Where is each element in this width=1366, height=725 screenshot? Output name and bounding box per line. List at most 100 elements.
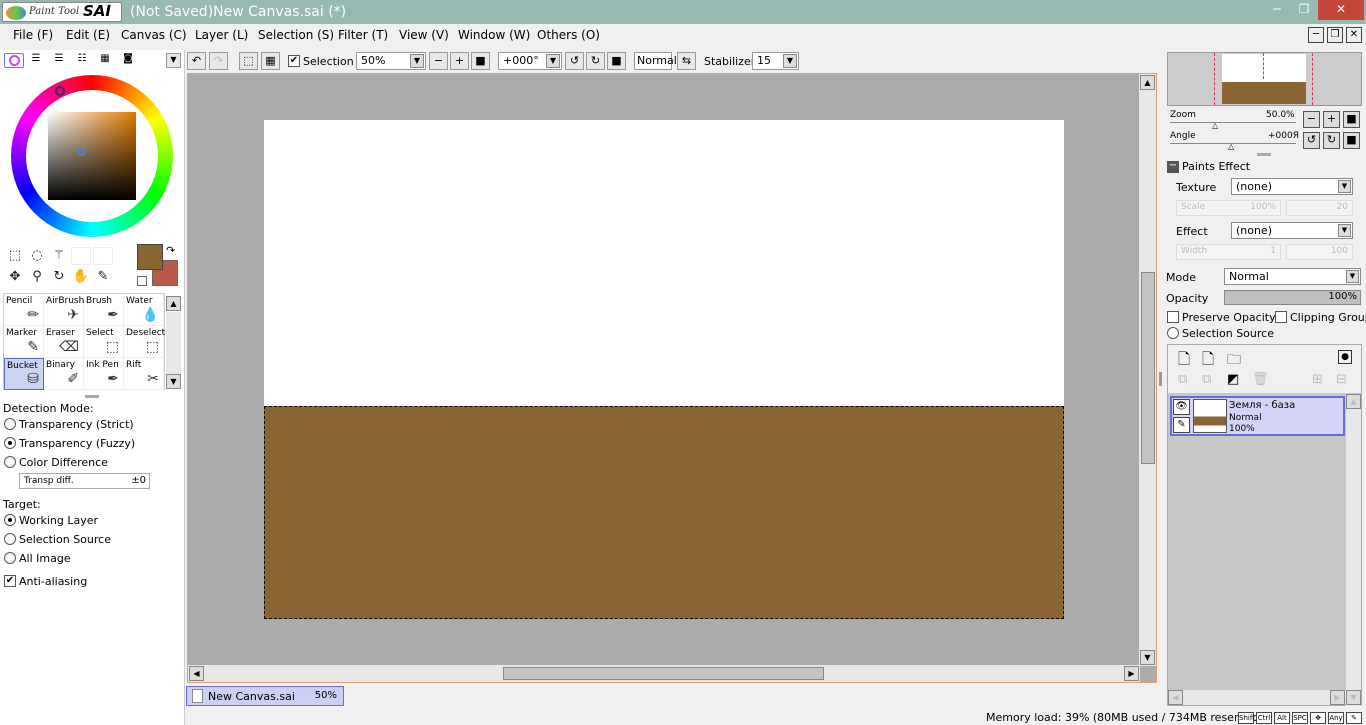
rgb-slider-tab[interactable]: ☰ bbox=[26, 53, 46, 68]
move-icon[interactable]: ✥ bbox=[5, 268, 25, 286]
tool-airbrush[interactable]: AirBrush ✈ bbox=[44, 294, 84, 326]
mdi-restore-button[interactable]: ❐ bbox=[1327, 27, 1343, 43]
layer-scroll-down-icon[interactable]: ▼ bbox=[1346, 690, 1361, 705]
tool-pencil[interactable]: Pencil ✏ bbox=[4, 294, 44, 326]
nav-rotate-right-icon[interactable]: ↻ bbox=[1323, 132, 1340, 149]
hsv-slider-tab[interactable]: ☰ bbox=[49, 53, 69, 68]
eye-icon[interactable]: 👁 bbox=[1173, 399, 1190, 415]
radio-working-layer[interactable] bbox=[4, 514, 16, 526]
ground-fill-selection[interactable] bbox=[264, 406, 1064, 619]
menu-layer[interactable]: Layer (L) bbox=[195, 28, 248, 42]
tool-binary[interactable]: Binary ✐ bbox=[44, 358, 84, 390]
menu-file[interactable]: File (F) bbox=[13, 28, 53, 42]
texture-combo[interactable]: (none) ▼ bbox=[1231, 178, 1353, 195]
panel-menu-arrow-icon[interactable]: ▼ bbox=[166, 53, 181, 68]
zoom-slider-thumb-icon[interactable]: △ bbox=[1212, 121, 1218, 130]
new-linework-layer-icon[interactable]: 🗋 bbox=[1202, 349, 1214, 374]
sv-cursor[interactable] bbox=[77, 147, 86, 156]
minimize-button[interactable]: ─ bbox=[1264, 0, 1290, 20]
magic-wand-icon[interactable]: ⚚ bbox=[49, 247, 69, 265]
selection-checkbox[interactable]: ✔ bbox=[288, 55, 300, 67]
transparent-color-icon[interactable] bbox=[137, 276, 147, 286]
effect-combo[interactable]: (none) ▼ bbox=[1231, 222, 1353, 239]
invert-selection-icon[interactable]: ▦ bbox=[261, 52, 280, 70]
undo-icon[interactable]: ↶ bbox=[187, 52, 206, 70]
tool-select[interactable]: Select ⬚ bbox=[84, 326, 124, 358]
tool-brush[interactable]: Brush ✒ bbox=[84, 294, 124, 326]
nav-zoom-reset-icon[interactable]: ■ bbox=[1343, 111, 1360, 128]
primary-color-swatch[interactable] bbox=[137, 244, 163, 270]
transp-diff-slider[interactable]: Transp diff. ±0 bbox=[19, 473, 150, 489]
layer-scroll-left-icon[interactable]: ◀ bbox=[1168, 690, 1183, 705]
radio-color-difference[interactable] bbox=[4, 456, 16, 468]
tool-scroll-down-icon[interactable]: ▼ bbox=[166, 374, 181, 389]
saturation-value-square[interactable] bbox=[48, 112, 136, 200]
tool-inkpen[interactable]: Ink Pen ✒ bbox=[84, 358, 124, 390]
layer-scrollbar[interactable] bbox=[1346, 394, 1361, 706]
menu-window[interactable]: Window (W) bbox=[458, 28, 530, 42]
hand-icon[interactable]: ✋ bbox=[71, 268, 91, 286]
panel-splitter[interactable] bbox=[85, 395, 99, 398]
rotate-reset-icon[interactable]: ■ bbox=[607, 52, 626, 70]
tool-eraser[interactable]: Eraser ⌫ bbox=[44, 326, 84, 358]
tool-scrollbar[interactable] bbox=[166, 312, 181, 374]
horizontal-scroll-thumb[interactable] bbox=[503, 667, 824, 680]
zoom-in-icon[interactable]: + bbox=[450, 52, 469, 70]
rotate-icon[interactable]: ↻ bbox=[49, 268, 69, 286]
menu-edit[interactable]: Edit (E) bbox=[66, 28, 110, 42]
maximize-button[interactable]: ❐ bbox=[1291, 0, 1317, 20]
redo-icon[interactable]: ↷ bbox=[209, 52, 228, 70]
tool-rift[interactable]: Rift ✂ bbox=[124, 358, 164, 390]
zoom-combo[interactable]: 50% ▼ bbox=[356, 52, 426, 70]
zoom-out-icon[interactable]: − bbox=[429, 52, 448, 70]
nav-splitter[interactable] bbox=[1257, 153, 1271, 156]
nav-rotate-reset-icon[interactable]: ■ bbox=[1343, 132, 1360, 149]
scroll-left-icon[interactable]: ◀ bbox=[189, 666, 204, 681]
zoom-reset-icon[interactable]: ■ bbox=[471, 52, 490, 70]
opacity-slider[interactable]: 100% bbox=[1224, 290, 1361, 305]
radio-transparency-fuzzy[interactable] bbox=[4, 437, 16, 449]
clear-layer-icon[interactable]: ⊞ bbox=[1312, 372, 1323, 387]
tool-deselect[interactable]: Deselect ⬚ bbox=[124, 326, 165, 358]
right-splitter[interactable] bbox=[1159, 372, 1162, 386]
layer-scroll-up-icon[interactable]: ▲ bbox=[1346, 394, 1361, 409]
transfer-down-icon[interactable]: ⧉ bbox=[1202, 372, 1211, 387]
nav-rotate-left-icon[interactable]: ↺ bbox=[1303, 132, 1320, 149]
rect-select-icon[interactable]: ⬚ bbox=[5, 247, 25, 265]
angle-combo[interactable]: +000° ▼ bbox=[498, 52, 562, 70]
scroll-up-icon[interactable]: ▲ bbox=[1140, 75, 1155, 90]
layer-hscrollbar[interactable] bbox=[1168, 690, 1346, 705]
tool-water[interactable]: Water 💧 bbox=[124, 294, 164, 326]
nav-zoom-out-icon[interactable]: − bbox=[1303, 111, 1320, 128]
angle-slider-thumb-icon[interactable]: △ bbox=[1228, 142, 1234, 151]
vertical-scroll-thumb[interactable] bbox=[1141, 272, 1155, 464]
layer-scroll-right-icon[interactable]: ▶ bbox=[1330, 690, 1345, 705]
mdi-close-button[interactable]: ✕ bbox=[1346, 27, 1362, 43]
brush-lock-icon[interactable]: ✎ bbox=[1173, 417, 1190, 433]
tool-bucket[interactable]: Bucket ⛁ bbox=[4, 358, 44, 390]
radio-selection-source[interactable] bbox=[4, 533, 16, 545]
hue-cursor[interactable] bbox=[55, 86, 65, 96]
menu-selection[interactable]: Selection (S) bbox=[258, 28, 334, 42]
mdi-minimize-button[interactable]: ─ bbox=[1308, 27, 1324, 43]
scratchpad-tab[interactable]: ▦ bbox=[95, 53, 115, 68]
layer-item[interactable]: 👁 ✎ Земля - база Normal 100% bbox=[1170, 396, 1345, 436]
zoom-icon[interactable]: ⚲ bbox=[27, 268, 47, 286]
swap-colors-icon[interactable]: ↷ bbox=[166, 244, 175, 257]
flip-horizontal-icon[interactable]: ⇆ bbox=[677, 52, 696, 70]
merge-visible-icon[interactable]: ⊟ bbox=[1336, 372, 1347, 387]
custom-tab[interactable]: ◙ bbox=[118, 53, 138, 68]
deselect-toolbar-icon[interactable]: ⬚ bbox=[239, 52, 258, 70]
scroll-down-icon[interactable]: ▼ bbox=[1140, 650, 1155, 665]
view-mode-box[interactable]: Normal bbox=[634, 52, 677, 70]
copy-layer-icon[interactable]: ⧉ bbox=[1178, 372, 1187, 387]
new-layer-icon[interactable]: 🗋 bbox=[1178, 349, 1190, 374]
scroll-right-icon[interactable]: ▶ bbox=[1124, 666, 1139, 681]
preserve-opacity-checkbox[interactable] bbox=[1167, 311, 1179, 323]
new-folder-icon[interactable]: 🗀 bbox=[1227, 349, 1241, 373]
swatches-tab[interactable]: ☷ bbox=[72, 53, 92, 68]
radio-transparency-strict[interactable] bbox=[4, 418, 16, 430]
collapse-icon[interactable]: − bbox=[1167, 161, 1179, 173]
menu-canvas[interactable]: Canvas (C) bbox=[121, 28, 187, 42]
lasso-icon[interactable]: ◌ bbox=[27, 247, 47, 265]
